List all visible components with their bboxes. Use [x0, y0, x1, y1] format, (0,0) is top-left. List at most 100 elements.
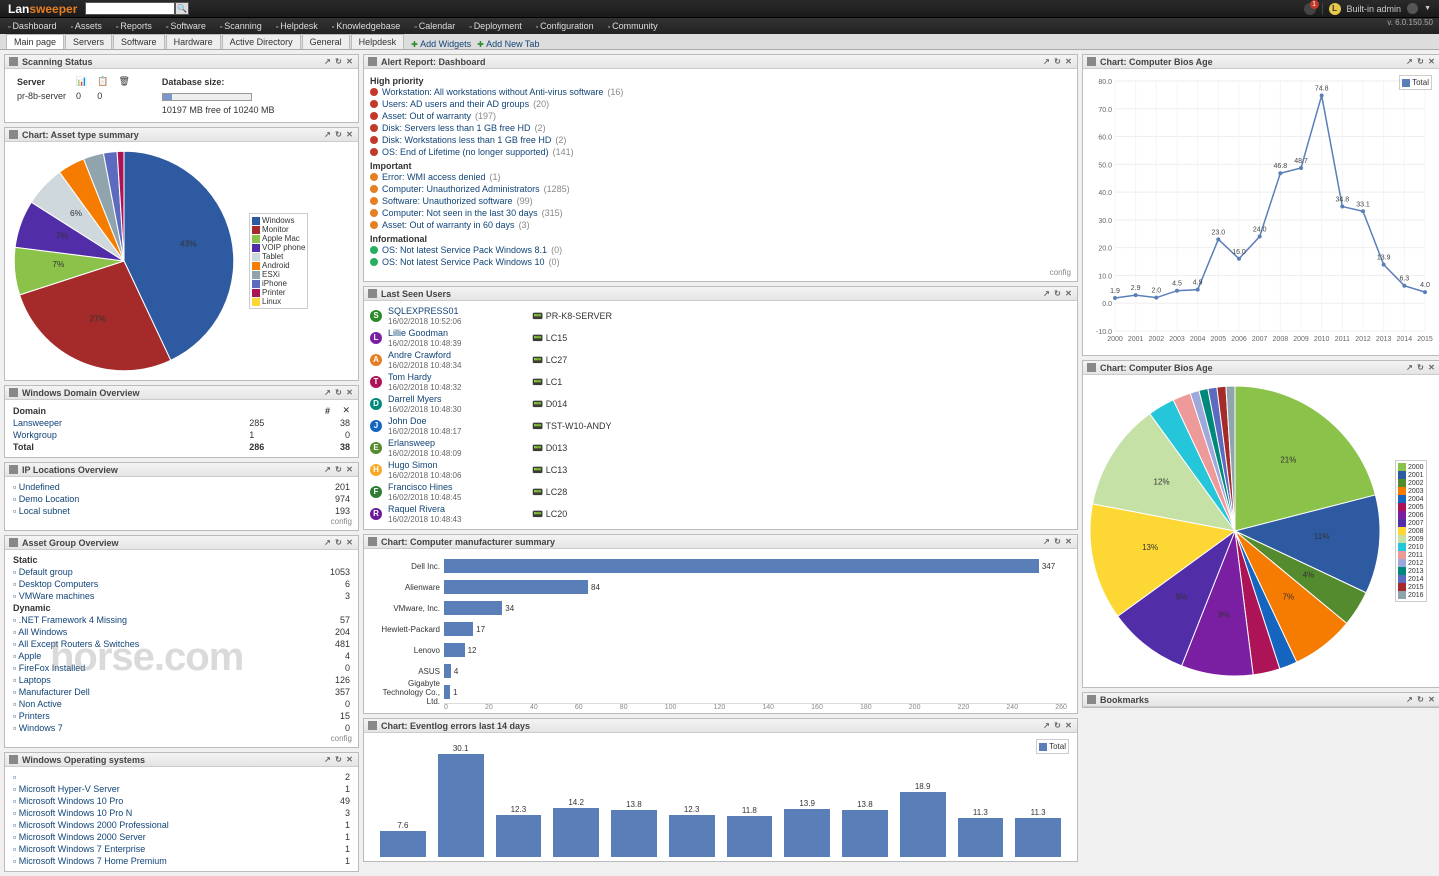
menu-scanning[interactable]: Scanning	[220, 21, 262, 31]
tab-software[interactable]: Software	[113, 34, 165, 49]
svg-text:2000: 2000	[1107, 336, 1123, 343]
lastseen-row[interactable]: LLillie Goodman16/02/2018 10:48:39📟 LC15	[370, 327, 1071, 349]
eventlog-chart: 7.630.112.314.213.812.311.813.913.818.91…	[370, 737, 1071, 857]
menu-dashboard[interactable]: Dashboard	[8, 21, 56, 31]
tablink[interactable]: Add Widgets	[411, 39, 471, 49]
widget-eventlog: Chart: Eventlog errors last 14 days↗↻✕ T…	[363, 718, 1078, 862]
lastseen-row[interactable]: DDarrell Myers16/02/2018 10:48:30📟 D014	[370, 393, 1071, 415]
lastseen-row[interactable]: SSQLEXPRESS0116/02/2018 10:52:06📟 PR-K8-…	[370, 305, 1071, 327]
svg-text:21%: 21%	[1280, 455, 1296, 464]
menu-configuration[interactable]: Configuration	[536, 21, 594, 31]
dropdown-icon[interactable]: ▼	[1424, 5, 1431, 12]
menu-assets[interactable]: Assets	[70, 21, 101, 31]
status-dot	[370, 112, 378, 120]
alert-link[interactable]: Disk: Servers less than 1 GB free HD	[382, 123, 531, 133]
menu-calendar[interactable]: Calendar	[414, 21, 455, 31]
menu-community[interactable]: Community	[608, 21, 658, 31]
avatar[interactable]: L	[1329, 3, 1341, 15]
bar-row: ASUS4	[374, 661, 1067, 681]
svg-text:2.0: 2.0	[1151, 288, 1161, 295]
svg-text:13.9: 13.9	[1377, 255, 1391, 262]
main-menu: Dashboard Assets Reports Software Scanning He…	[0, 18, 1439, 34]
menu-deployment[interactable]: Deployment	[469, 21, 521, 31]
alert-link[interactable]: Computer: Unauthorized Administrators	[382, 184, 540, 194]
asset-pie-chart: 43%27%7%7%6%	[9, 146, 239, 376]
alert-link[interactable]: OS: End of Lifetime (no longer supported…	[382, 147, 549, 157]
lastseen-row[interactable]: AAndre Crawford16/02/2018 10:48:34📟 LC27	[370, 349, 1071, 371]
alert-link[interactable]: OS: Not latest Service Pack Windows 10	[382, 257, 545, 267]
alert-icon[interactable]	[1304, 3, 1316, 15]
bar-row: Lenovo12	[374, 640, 1067, 660]
tab-helpdesk[interactable]: Helpdesk	[351, 34, 405, 49]
svg-text:27%: 27%	[89, 313, 106, 323]
svg-text:50.0: 50.0	[1098, 162, 1112, 169]
alert-link[interactable]: Error: WMI access denied	[382, 172, 486, 182]
tablink[interactable]: Add New Tab	[477, 39, 539, 49]
svg-text:48.7: 48.7	[1294, 158, 1308, 165]
menu-helpdesk[interactable]: Helpdesk	[276, 21, 318, 31]
svg-text:2012: 2012	[1355, 336, 1371, 343]
widget-bookmarks: Bookmarks↗↻✕	[1082, 692, 1439, 708]
search-button[interactable]: 🔍	[175, 2, 189, 15]
svg-text:4.9: 4.9	[1193, 280, 1203, 287]
search-input[interactable]	[85, 2, 175, 15]
bar-row: VMware, Inc.34	[374, 598, 1067, 618]
svg-text:2014: 2014	[1397, 336, 1413, 343]
alert-link[interactable]: Computer: Not seen in the last 30 days	[382, 208, 538, 218]
alert-link[interactable]: Software: Unauthorized software	[382, 196, 513, 206]
svg-text:74.8: 74.8	[1315, 85, 1329, 92]
lastseen-row[interactable]: HHugo Simon16/02/2018 10:48:06📟 LC13	[370, 459, 1071, 481]
alert-link[interactable]: Users: AD users and their AD groups	[382, 99, 529, 109]
svg-text:16.0: 16.0	[1232, 249, 1246, 256]
tab-active-directory[interactable]: Active Directory	[222, 34, 301, 49]
gear-icon[interactable]	[1407, 3, 1418, 14]
svg-text:2005: 2005	[1211, 336, 1227, 343]
svg-text:9%: 9%	[1176, 593, 1188, 602]
bar-row: Hewlett-Packard17	[374, 619, 1067, 639]
svg-text:6.3: 6.3	[1399, 276, 1409, 283]
menu-knowledgebase[interactable]: Knowledgebase	[332, 21, 401, 31]
alert-link[interactable]: Workstation: All workstations without An…	[382, 87, 603, 97]
status-dot	[370, 185, 378, 193]
lastseen-row[interactable]: FFrancisco Hines16/02/2018 10:48:45📟 LC2…	[370, 481, 1071, 503]
widget-lastseen: Last Seen Users↗↻✕ SSQLEXPRESS0116/02/20…	[363, 286, 1078, 530]
svg-text:40.0: 40.0	[1098, 190, 1112, 197]
svg-text:43%: 43%	[180, 239, 197, 249]
status-dot	[370, 258, 378, 266]
alert-link[interactable]: Asset: Out of warranty	[382, 111, 471, 121]
menu-reports[interactable]: Reports	[116, 21, 152, 31]
menu-software[interactable]: Software	[166, 21, 206, 31]
refresh-icon[interactable]: ↻	[334, 57, 343, 66]
pie-icon	[9, 130, 18, 139]
tab-servers[interactable]: Servers	[65, 34, 112, 49]
alert-link[interactable]: OS: Not latest Service Pack Windows 8.1	[382, 245, 547, 255]
db-text: 10197 MB free of 10240 MB	[158, 104, 279, 116]
config-link[interactable]: config	[11, 517, 352, 526]
widget-bios-line: Chart: Computer Bios Age↗↻✕ Total -10.00…	[1082, 54, 1439, 356]
close-icon[interactable]: ✕	[345, 57, 354, 66]
popout-icon[interactable]: ↗	[323, 57, 332, 66]
tab-bar: Main pageServersSoftwareHardwareActive D…	[0, 34, 1439, 50]
alert-link[interactable]: Disk: Workstations less than 1 GB free H…	[382, 135, 551, 145]
tab-main-page[interactable]: Main page	[6, 34, 64, 49]
asset-pie-legend: WindowsMonitorApple MacVOIP phoneTabletA…	[249, 213, 308, 309]
tab-hardware[interactable]: Hardware	[166, 34, 221, 49]
status-dot	[370, 136, 378, 144]
lastseen-row[interactable]: RRaquel Rivera16/02/2018 10:48:43📟 LC20	[370, 503, 1071, 525]
svg-text:2007: 2007	[1252, 336, 1268, 343]
lastseen-row[interactable]: JJohn Doe16/02/2018 10:48:17📟 TST-W10-AN…	[370, 415, 1071, 437]
svg-text:8%: 8%	[1218, 610, 1230, 619]
svg-text:7%: 7%	[52, 259, 65, 269]
alert-link[interactable]: Asset: Out of warranty in 60 days	[382, 220, 515, 230]
widget-domain: Windows Domain Overview↗↻✕ Domain#✕Lansw…	[4, 385, 359, 458]
widget-scanning-status: Scanning Status↗↻✕ Server📊📋🗑Database siz…	[4, 54, 359, 123]
bar-row: Dell Inc.347	[374, 556, 1067, 576]
status-dot	[370, 124, 378, 132]
tab-general[interactable]: General	[302, 34, 350, 49]
widget-bios-pie: Chart: Computer Bios Age↗↻✕ 21%11%4%7%8%…	[1082, 360, 1439, 688]
lastseen-row[interactable]: EErlansweep16/02/2018 10:48:09📟 D013	[370, 437, 1071, 459]
lastseen-row[interactable]: TTom Hardy16/02/2018 10:48:32📟 LC1	[370, 371, 1071, 393]
status-dot	[370, 246, 378, 254]
svg-text:80.0: 80.0	[1098, 79, 1112, 86]
svg-text:2008: 2008	[1273, 336, 1289, 343]
